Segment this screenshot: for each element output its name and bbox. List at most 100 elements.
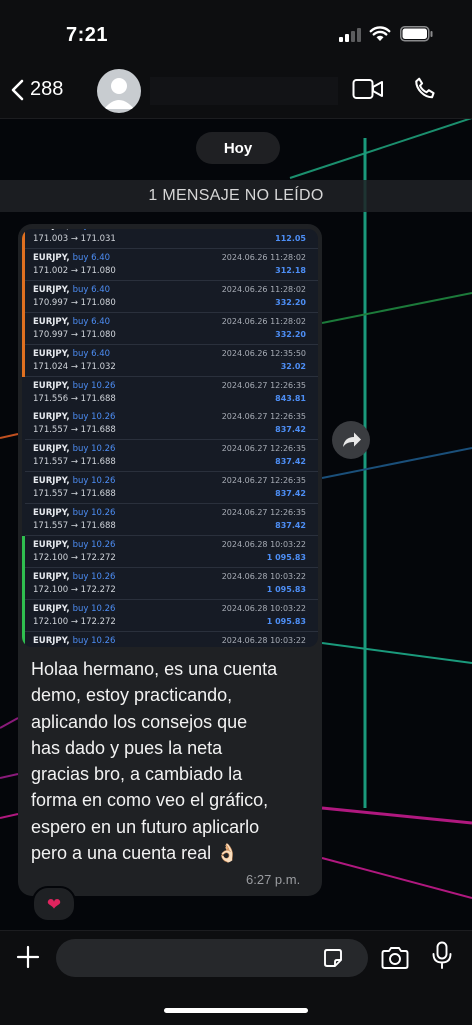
trade-date: 2024.06.26 12:35:50 <box>221 348 306 358</box>
trade-prices: 171.557 → 171.688 <box>33 521 116 532</box>
trade-prices: 170.997 → 171.080 <box>33 329 116 340</box>
trade-side: buy 6.40 <box>72 252 111 263</box>
message-line: demo, estoy practicando, <box>31 685 233 706</box>
trade-pair: EURJPY, buy 10.26 <box>33 412 116 423</box>
cellular-signal-icon <box>339 28 361 42</box>
trade-accent-bar <box>22 408 25 441</box>
trade-profit: 112.05 <box>275 234 306 243</box>
status-bar: 7:21 <box>0 0 472 64</box>
trade-date: 2024.06.28 10:03:22 <box>221 540 306 549</box>
message-line: aplicando los consejos que <box>31 711 248 732</box>
trade-prices: 172.100 → 172.272 <box>33 584 116 595</box>
forward-arrow-icon <box>343 432 361 447</box>
trade-side: buy 6.40 <box>72 348 111 359</box>
trade-profit: 837.42 <box>275 521 306 531</box>
trade-row: EURJPY, buy 10.26 171.557 → 171.688 2024.0… <box>22 504 318 537</box>
trade-row: EURJPY, buy 10.26 171.557 → 171.688 2024.0… <box>22 440 318 473</box>
trade-accent-bar <box>22 472 25 505</box>
trade-date: 2024.06.26 11:28:02 <box>221 252 306 262</box>
trade-pair: EURJPY, buy 10.26 <box>33 571 116 582</box>
plus-icon[interactable] <box>16 945 40 969</box>
trade-profit: 332.20 <box>275 329 306 339</box>
camera-icon[interactable] <box>380 945 410 971</box>
message-line: Holaa hermano, es una cuenta <box>31 659 278 679</box>
trade-side: buy 6.40 <box>73 229 110 231</box>
trade-side: buy 10.26 <box>72 476 116 487</box>
trade-row: EURJPY, buy 6.40 171.024 → 171.032 2024.06… <box>22 344 318 377</box>
chat-header: 288 <box>0 64 472 119</box>
trade-date: 2024.06.27 12:26:35 <box>221 412 306 422</box>
trade-profit: 312.18 <box>275 265 306 275</box>
trade-date: 2024.06.28 10:03:22 <box>221 571 306 581</box>
trade-pair: EURJPY, buy 10.26 <box>33 380 116 391</box>
phone-call-icon[interactable] <box>412 76 438 102</box>
trade-profit: 837.42 <box>275 457 306 467</box>
heart-reaction-icon[interactable]: ❤ <box>32 886 76 922</box>
trade-side: buy 6.40 <box>72 316 111 327</box>
message-line: gracias bro, a cambiado la <box>31 764 243 785</box>
trade-row: EURJPY, buy 10.26 172.100 → 172.272 2024.0… <box>22 599 318 632</box>
chevron-left-icon <box>11 79 24 100</box>
trade-prices: 171.003 → 171.031 <box>33 234 116 244</box>
trade-pair: EURJPY, buy 10.26 <box>33 444 116 455</box>
trade-row: EURJPY, buy 10.26 172.100 → 172.272 2024.0… <box>22 567 318 600</box>
trade-prices: 171.002 → 171.080 <box>33 265 116 276</box>
message-line: forma en como veo el gráfico, <box>31 790 269 811</box>
trade-row: EURJPY, buy 6.40 171.003 → 171.031 2024.06… <box>22 229 318 249</box>
trade-pair: EURJPY, buy 10.26 <box>33 603 116 614</box>
home-indicator[interactable] <box>164 1008 308 1013</box>
trade-profit: 837.42 <box>275 425 306 435</box>
trade-row: EURJPY, buy 10.26 171.556 → 171.688 2024.0… <box>22 376 318 409</box>
trade-date: 2024.06.27 12:26:35 <box>221 508 306 518</box>
trade-profit: 32.02 <box>280 361 306 371</box>
trade-pair: EURJPY, buy 10.26 <box>33 476 116 487</box>
message-text: Holaa hermano, es una cuenta demo, estoy … <box>31 656 319 866</box>
trade-side: buy 10.26 <box>72 444 116 455</box>
trade-profit: 1 095.83 <box>266 553 306 562</box>
unread-count: 288 <box>30 78 64 100</box>
trade-side: buy 10.26 <box>72 508 116 519</box>
trade-accent-bar <box>22 504 25 537</box>
trade-row: EURJPY, buy 6.40 170.997 → 171.080 2024.06… <box>22 312 318 345</box>
battery-icon <box>400 26 433 42</box>
trade-row: EURJPY, buy 6.40 170.997 → 171.080 2024.06… <box>22 280 318 313</box>
message-time: 6:27 p.m. <box>246 872 301 887</box>
trade-history-image[interactable]: EURJPY, buy 6.40 171.003 → 171.031 2024.06… <box>22 229 318 647</box>
back-button[interactable]: 288 <box>10 78 63 101</box>
trade-accent-bar <box>22 536 25 568</box>
trade-pair: EURJPY, buy 6.40 <box>33 252 111 263</box>
trade-profit: 1 095.83 <box>266 584 306 594</box>
trade-pair: EURJPY, buy 10.26 <box>33 635 116 646</box>
trade-row: EURJPY, buy 10.26 171.557 → 171.688 2024.0… <box>22 472 318 505</box>
unread-divider: 1 MENSAJE NO LEÍDO <box>0 180 472 212</box>
trade-accent-bar <box>22 599 25 632</box>
trade-pair: EURJPY, buy 6.40 <box>33 229 110 231</box>
trade-side: buy 10.26 <box>72 540 116 550</box>
trade-date: 2024.06.26 11:28:02 <box>221 284 306 294</box>
trade-side: buy 6.40 <box>72 284 111 295</box>
forward-button[interactable] <box>332 421 370 459</box>
trade-date: 2024.06.28 10:03:22 <box>221 603 306 613</box>
trade-row: EURJPY, buy 6.40 171.002 → 171.080 2024.06… <box>22 248 318 281</box>
trade-row: EURJPY, buy 10.26 172.100 → 172.272 2024.0… <box>22 536 318 568</box>
video-call-icon[interactable] <box>352 78 384 100</box>
trade-accent-bar <box>22 312 25 345</box>
trade-row: EURJPY, buy 10.26 171.557 → 171.688 2024.0… <box>22 408 318 441</box>
message-line: pero a una cuenta real 👌🏻 <box>31 843 239 864</box>
wifi-icon <box>369 26 391 41</box>
trade-date: 2024.06.28 10:03:22 <box>221 635 306 645</box>
trade-pair: EURJPY, buy 10.26 <box>33 508 116 519</box>
trade-side: buy 10.26 <box>72 603 116 614</box>
trade-accent-bar <box>22 376 25 409</box>
microphone-icon[interactable] <box>430 941 454 971</box>
trade-pair: EURJPY, buy 6.40 <box>33 284 111 295</box>
sticker-icon[interactable] <box>322 947 344 969</box>
status-time: 7:21 <box>66 24 109 46</box>
date-label: Hoy <box>196 132 280 164</box>
contact-name[interactable] <box>150 77 338 105</box>
trade-prices: 171.557 → 171.688 <box>33 425 116 436</box>
avatar[interactable] <box>97 69 141 113</box>
default-avatar-icon <box>104 78 134 109</box>
trade-side: buy 10.26 <box>72 571 116 582</box>
trade-pair: EURJPY, buy 6.40 <box>33 316 111 327</box>
